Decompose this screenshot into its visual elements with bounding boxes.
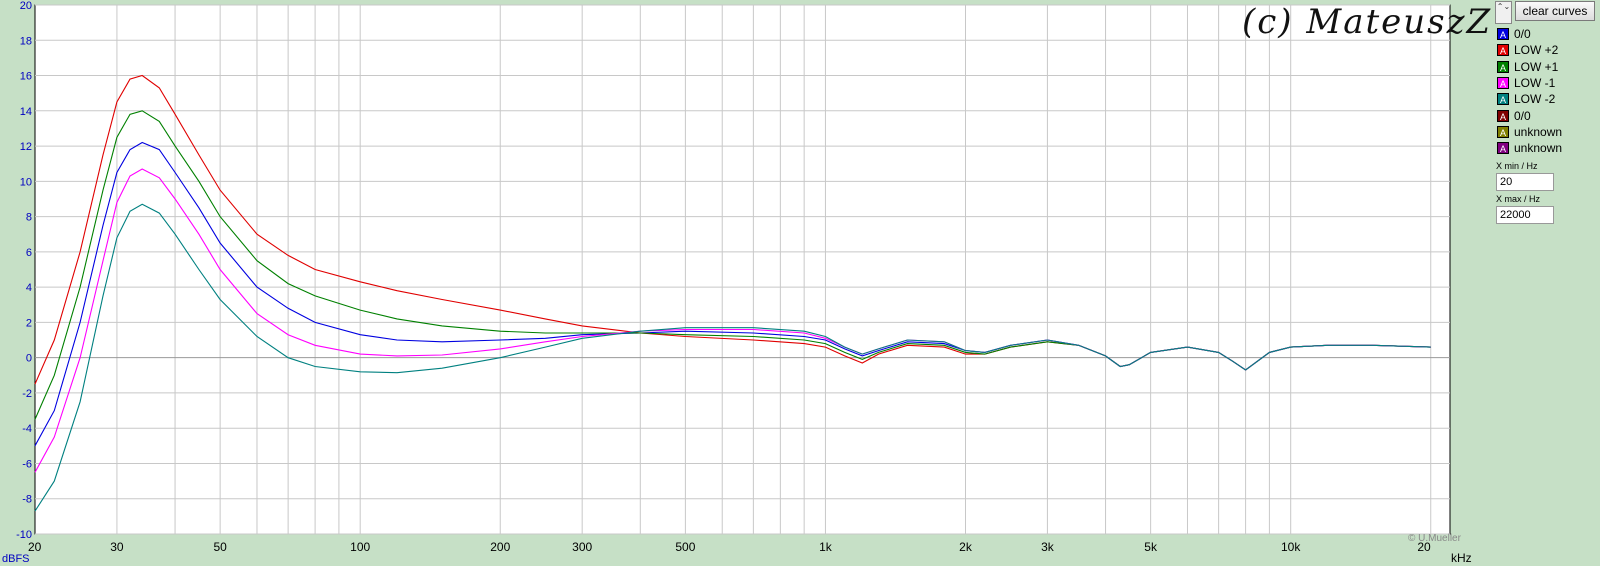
credit-text: © U.Mueller (1408, 533, 1461, 544)
x-tick-label: 20 (28, 540, 42, 554)
legend-item[interactable]: A 0/0 (1497, 26, 1562, 42)
frequency-response-chart: 20181614121086420-2-4-6-8-1020 30 50 100 200… (16, 0, 1451, 554)
x-tick-label: 30 (110, 540, 124, 554)
x-tick-label: 10k (1281, 540, 1301, 554)
legend-label: 0/0 (1514, 27, 1531, 42)
y-tick-label: 20 (20, 0, 32, 12)
x-tick-label: 1k (819, 540, 833, 554)
legend-swatch-icon[interactable]: A (1497, 60, 1509, 73)
y-tick-label: 4 (26, 282, 32, 294)
y-tick-label: 14 (20, 106, 32, 118)
y-tick-label: 0 (26, 353, 32, 365)
x-tick-label: 50 (213, 540, 227, 554)
xmin-input[interactable] (1496, 173, 1554, 191)
legend-item[interactable]: A LOW -1 (1497, 75, 1562, 91)
legend-label: LOW +1 (1514, 59, 1559, 74)
y-tick-label: -4 (22, 423, 32, 435)
legend-item[interactable]: A LOW -2 (1497, 91, 1562, 107)
y-tick-label: 16 (20, 71, 32, 83)
clear-curves-button[interactable]: clear curves (1515, 1, 1595, 21)
legend-swatch-icon[interactable]: A (1497, 28, 1509, 41)
x-tick-label: 300 (572, 540, 592, 554)
legend-swatch-icon[interactable]: A (1497, 77, 1509, 90)
legend-item[interactable]: A LOW +1 (1497, 59, 1562, 75)
y-tick-label: 12 (20, 141, 32, 153)
xmax-input[interactable] (1496, 206, 1554, 224)
legend-swatch-icon[interactable]: A (1497, 44, 1509, 57)
legend-swatch-icon[interactable]: A (1497, 142, 1509, 155)
y-tick-label: -2 (22, 388, 32, 400)
y-tick-label: 6 (26, 247, 32, 259)
y-tick-label: 10 (20, 176, 32, 188)
x-tick-label: 3k (1041, 540, 1055, 554)
x-tick-label: 2k (959, 540, 973, 554)
watermark-text: (c) MateuszZ (1242, 2, 1493, 42)
y-tick-label: 18 (20, 35, 32, 47)
legend-label: LOW -1 (1514, 76, 1556, 91)
x-tick-label: 200 (490, 540, 510, 554)
y-tick-label: -8 (22, 494, 32, 506)
plot-area (34, 4, 1451, 535)
legend-label: LOW -2 (1514, 92, 1556, 107)
x-unit-label: kHz (1451, 551, 1472, 565)
legend-label: LOW +2 (1514, 43, 1559, 58)
legend-item[interactable]: A LOW +2 (1497, 42, 1562, 58)
y-tick-label: 8 (26, 212, 32, 224)
legend-swatch-icon[interactable]: A (1497, 109, 1509, 122)
x-tick-label: 5k (1144, 540, 1158, 554)
y-tick-label: 2 (26, 317, 32, 329)
y-tick-label: -6 (22, 458, 32, 470)
xmin-label: X min / Hz (1496, 161, 1538, 171)
legend-label: unknown (1514, 141, 1563, 156)
xmax-label: X max / Hz (1496, 194, 1541, 204)
scroll-spinner[interactable]: ⌃⌄ (1495, 1, 1512, 24)
x-tick-label: 500 (675, 540, 695, 554)
legend-item[interactable]: Aunknown (1497, 140, 1562, 156)
legend-label: unknown (1514, 124, 1563, 139)
x-tick-label: 100 (350, 540, 370, 554)
legend-item[interactable]: Aunknown (1497, 124, 1562, 140)
legend: A 0/0 A LOW +2 A LOW +1 A LOW -1 A LOW -2 A 0/0 Aunk… (1497, 26, 1562, 156)
legend-label: 0/0 (1514, 108, 1531, 123)
legend-item[interactable]: A 0/0 (1497, 107, 1562, 123)
legend-swatch-icon[interactable]: A (1497, 93, 1509, 106)
y-unit-label: dBFS (2, 553, 30, 565)
legend-swatch-icon[interactable]: A (1497, 125, 1509, 138)
